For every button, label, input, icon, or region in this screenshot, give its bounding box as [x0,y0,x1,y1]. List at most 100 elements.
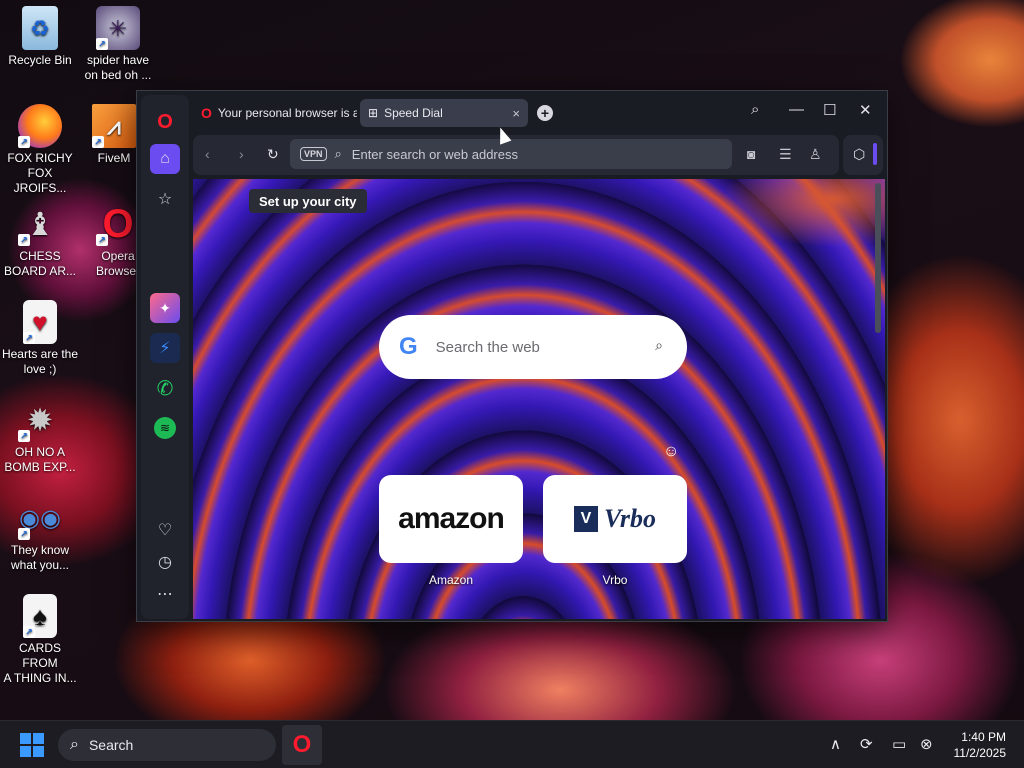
sync-icon[interactable]: ⟳ [860,735,873,753]
desktop-icon-spider[interactable]: ✳ ↗ spider have on bed oh ... [78,6,158,83]
extensions-cube-icon[interactable]: ⬡ [853,146,865,163]
desktop-icon-chess[interactable]: ♝ ↗ CHESS BOARD AR... [0,202,80,279]
chess-piece-icon: ♝ ↗ [18,202,62,246]
icon-label: CHESS [19,249,61,263]
taskbar-search-label: Search [88,737,134,753]
volume-muted-icon[interactable]: ⊗ [920,735,933,753]
fivem-icon: ⩘ ↗ [92,104,136,148]
clock[interactable]: 1:40 PM 11/2/2025 [954,729,1007,761]
opera-icon: O [292,731,312,758]
taskbar: ⌕ Search O ∧ ⟳ ▭ ⊗ 1:40 PM 11/2/2025 [0,720,1024,768]
windows-start-icon[interactable] [20,733,44,757]
desktop-icon-bomb[interactable]: ✹ ↗ OH NO A BOMB EXP... [0,398,80,475]
chevron-up-icon[interactable]: ∧ [830,735,841,753]
opera-tab-icon: O [201,105,212,121]
web-search-box[interactable]: G Search the web ⌕ [379,315,687,379]
vrbo-logo: Vrbo [603,504,657,533]
icon-label: BOARD AR... [3,264,77,278]
tab-welcome[interactable]: O Your personal browser is a [197,99,357,127]
icon-label: Recycle Bin [8,53,72,67]
icon-label: spider have [86,53,150,67]
icon-label: OH NO A [14,445,65,459]
address-toolbar: ‹ › ↻ VPN ⌕ Enter search or web address … [193,135,839,175]
minimize-icon[interactable]: — [789,101,804,118]
tile-label: Vrbo [602,573,628,587]
tab-bar: O Your personal browser is a ⊞ Speed Dia… [193,99,879,129]
icon-label: on bed oh ... [84,68,152,82]
maximize-icon[interactable]: ☐ [823,101,836,119]
tab-search-icon[interactable]: ⌕ [751,101,759,118]
sidebar-indicator [873,143,877,165]
recycle-bin-icon: ♻ [22,6,58,50]
easy-setup-icon[interactable]: ☰ [779,146,792,163]
forward-icon[interactable]: › [239,146,244,162]
desktop-icon-hearts[interactable]: ♥ ↗ Hearts are the love ;) [0,300,80,377]
search-icon[interactable]: ⌕ [655,337,663,354]
tile-label: Amazon [428,573,474,587]
set-up-city-tooltip[interactable]: Set up your city [249,189,367,213]
playing-card-icon: ♠ ↗ [23,594,57,638]
opera-menu-icon[interactable]: O [150,107,180,137]
grid-icon: ⊞ [368,106,379,120]
home-icon[interactable]: ⌂ [150,144,180,174]
icon-label: FOX JROIFS... [13,166,67,195]
eyes-icon: ◉◉ ↗ [18,504,61,540]
icon-label: They know [10,543,70,557]
opera-icon: O ↗ [96,202,140,246]
web-search-placeholder: Search the web [435,338,540,356]
spider-image-icon: ✳ ↗ [96,6,140,50]
close-tab-icon[interactable]: × [512,106,520,121]
desktop-icon-fox[interactable]: ↗ FOX RICHY FOX JROIFS... [0,104,80,196]
desktop-icon-eyes[interactable]: ◉◉ ↗ They know what you... [0,496,80,573]
camera-snapshot-icon[interactable]: ◙ [747,146,755,162]
history-clock-icon[interactable]: ◷ [150,547,180,577]
speed-dial-tile-amazon[interactable]: amazon [379,475,523,563]
aria-ai-icon[interactable]: ✦ [150,293,180,323]
mine-icon: ✹ ↗ [18,398,62,442]
desktop-icon-cards[interactable]: ♠ ↗ CARDS FROM A THING IN... [0,594,80,686]
address-placeholder: Enter search or web address [351,146,518,162]
reload-icon[interactable]: ↻ [267,146,279,163]
amazon-logo: amazon [398,502,505,535]
desktop-icon-recycle-bin[interactable]: ♻ Recycle Bin [0,6,80,68]
extensions-box: ⬡ [843,135,883,175]
new-tab-button[interactable]: + [537,105,553,121]
vpn-badge[interactable]: VPN [300,147,327,161]
google-logo-icon: G [399,333,418,360]
vrbo-v-icon: V [573,506,598,532]
speed-dial-page: Set up your city G Search the web ⌕ ☺ am… [193,179,885,619]
search-icon: ⌕ [70,736,79,753]
icon-label: CARDS FROM [18,641,61,670]
account-icon[interactable]: ♙ [809,146,822,163]
smiley-icon[interactable]: ☺ [663,443,679,461]
whatsapp-icon[interactable]: ✆ [150,373,180,403]
search-icon: ⌕ [334,146,342,161]
opera-browser-window: O ⌂ ☆ ✦ ⚡ ✆ ≋ ♡ ◷ ⋯ O Your personal brow… [136,90,888,622]
messenger-icon[interactable]: ⚡ [150,333,180,363]
taskbar-opera-button[interactable]: O [282,725,322,765]
icon-label: what you... [10,558,70,572]
tab-label: Speed Dial [384,106,443,120]
tab-label: Your personal browser is a [217,106,357,120]
clock-date: 11/2/2025 [953,746,1007,760]
speed-dial-tile-vrbo[interactable]: V Vrbo [543,475,687,563]
clock-time: 1:40 PM [961,730,1006,744]
heart-card-icon: ♥ ↗ [23,300,57,344]
more-options-icon[interactable]: ⋯ [150,579,180,609]
network-icon[interactable]: ▭ [892,735,906,753]
scrollbar[interactable] [875,183,881,333]
back-icon[interactable]: ‹ [205,146,210,162]
firefox-icon: ↗ [18,104,62,148]
icon-label: A THING IN... [3,671,77,685]
icon-label: Hearts are the [1,347,79,361]
taskbar-search[interactable]: ⌕ Search [58,729,276,761]
close-window-icon[interactable]: ✕ [859,101,872,119]
address-field[interactable]: VPN ⌕ Enter search or web address [290,139,732,169]
bookmarks-star-icon[interactable]: ☆ [150,184,180,214]
tab-speed-dial[interactable]: ⊞ Speed Dial × [360,99,528,127]
browser-sidebar: O ⌂ ☆ ✦ ⚡ ✆ ≋ ♡ ◷ ⋯ [141,95,189,619]
heart-icon[interactable]: ♡ [150,515,180,545]
icon-label: FOX RICHY [7,151,73,165]
icon-label: BOMB EXP... [4,460,76,474]
spotify-icon[interactable]: ≋ [150,413,180,443]
